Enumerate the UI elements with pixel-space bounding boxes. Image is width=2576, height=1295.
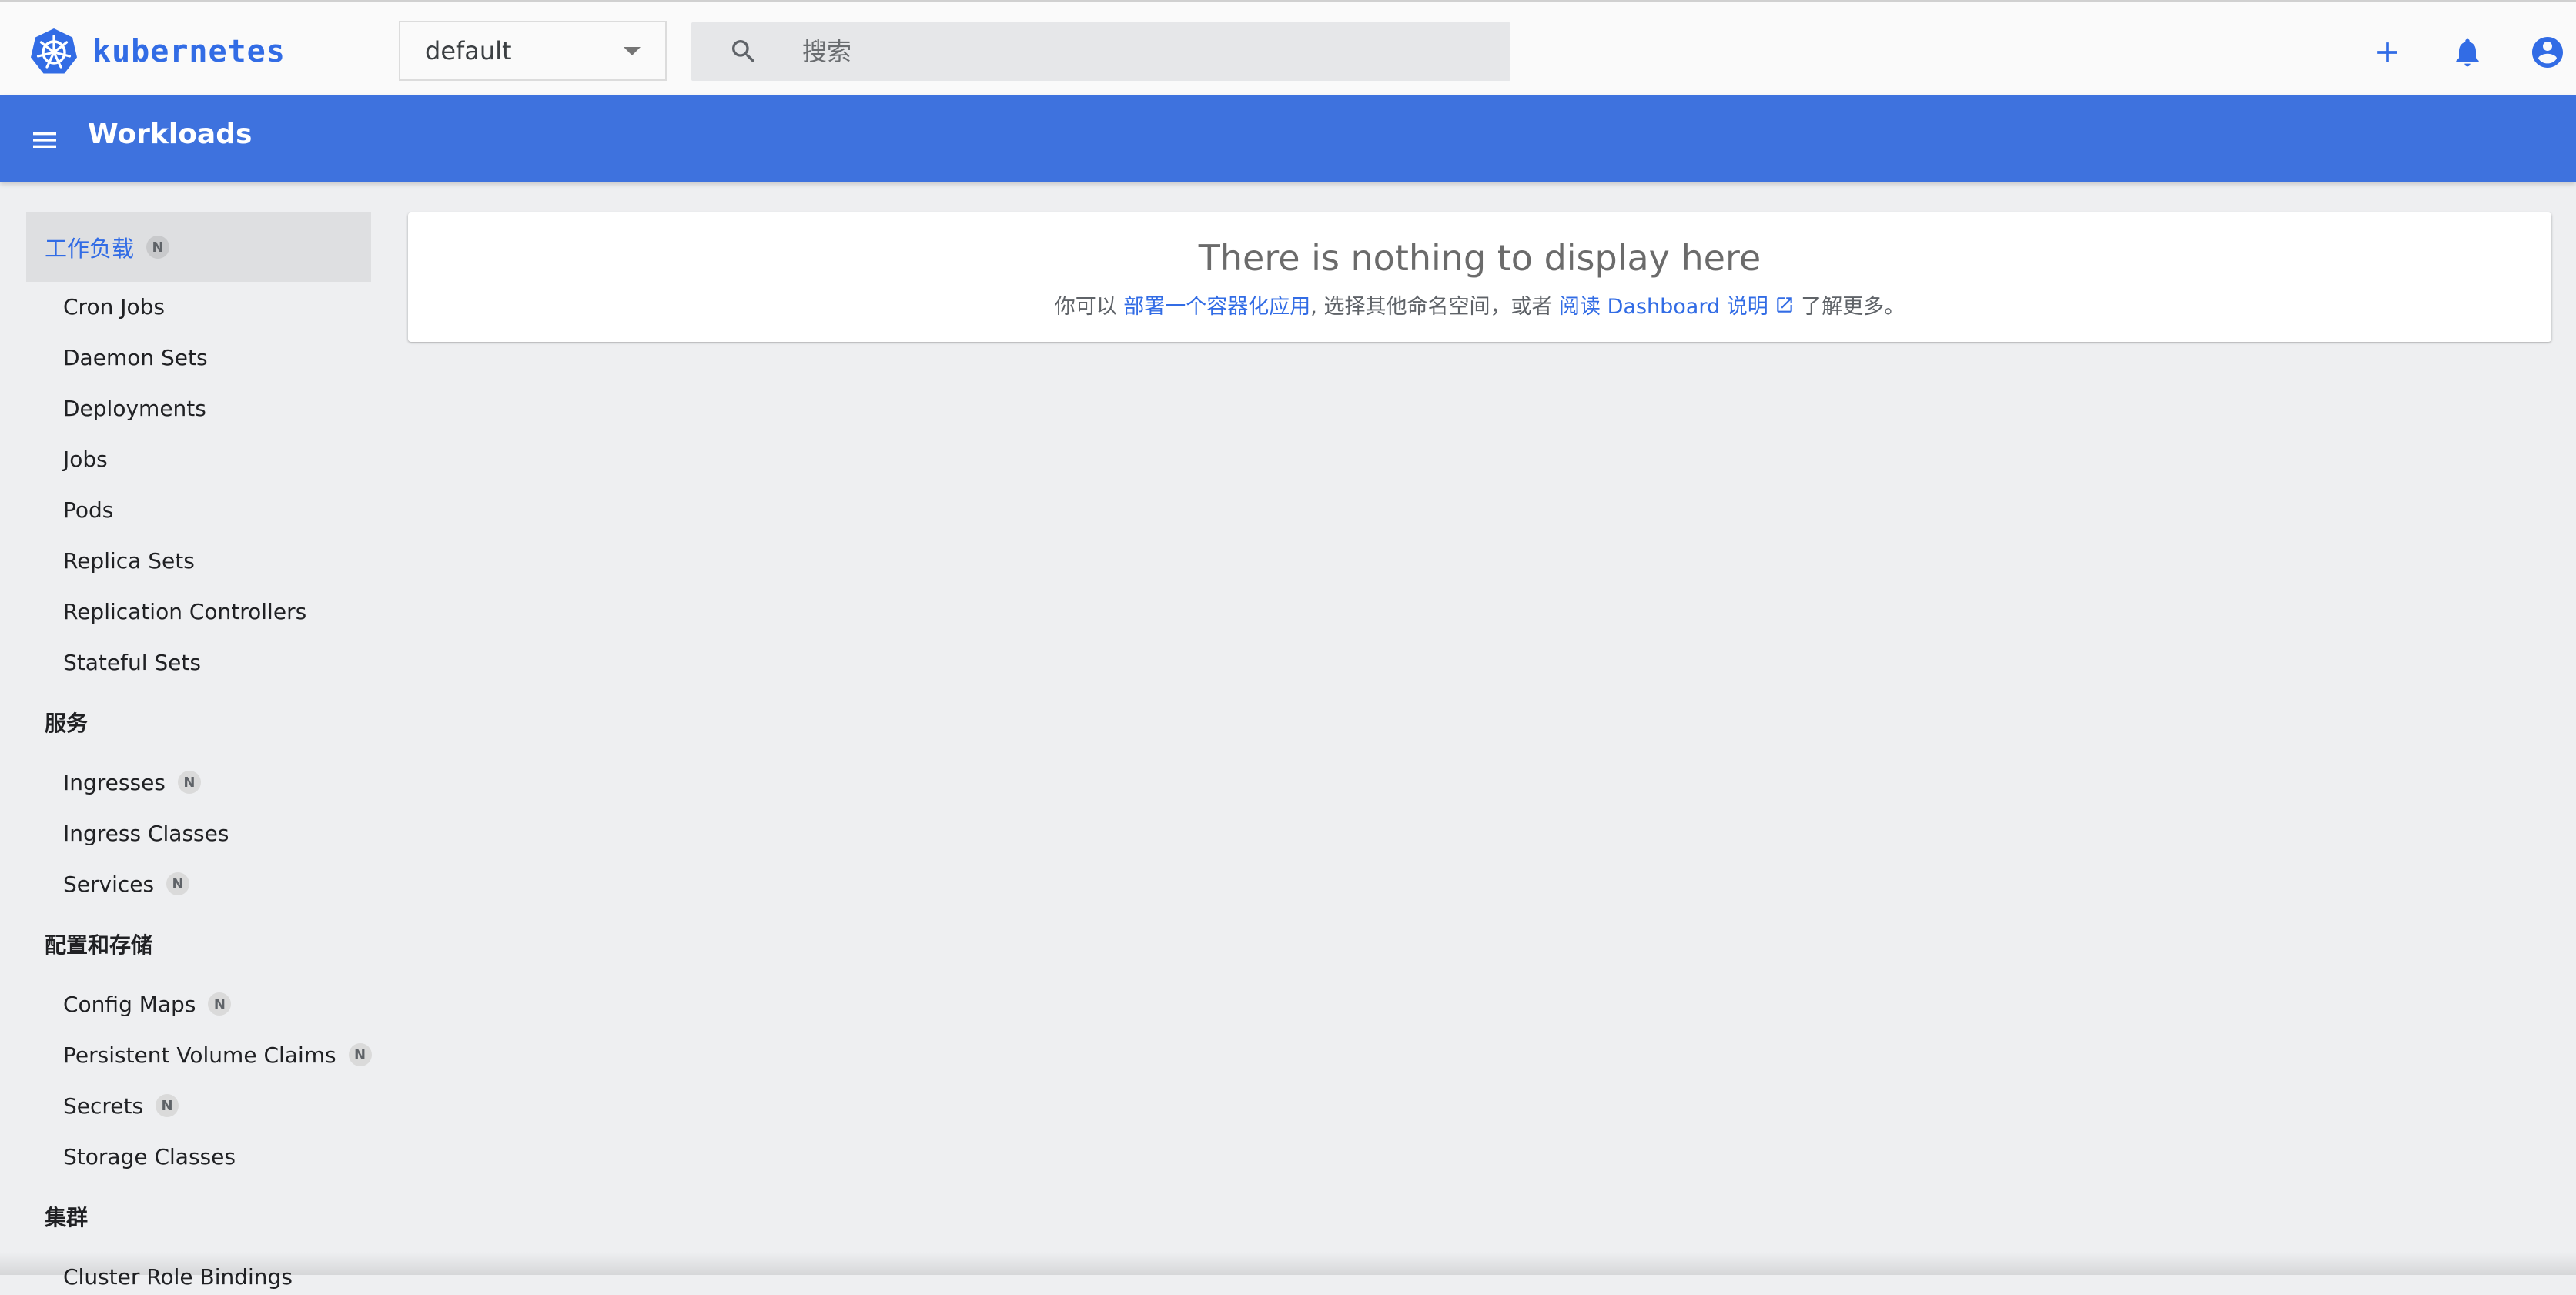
sidebar-item-replica-sets[interactable]: Replica Sets [63, 542, 195, 579]
empty-state-text-before: 你可以 [1054, 295, 1124, 319]
namespaced-badge: N [177, 771, 201, 794]
deploy-app-link[interactable]: 部署一个容器化应用 [1123, 289, 1310, 320]
plus-icon [2377, 42, 2397, 62]
sidebar-section-service[interactable]: 服务 [45, 704, 88, 741]
sidebar-item-workloads[interactable]: 工作负载 N [26, 212, 371, 282]
account-circle-icon [2532, 37, 2563, 68]
bottom-scroll-shadow [0, 1252, 2576, 1275]
sidebar-item-label: Secrets [63, 1093, 144, 1119]
sidebar-item-jobs[interactable]: Jobs [63, 440, 108, 477]
sidebar-item-storage-classes[interactable]: Storage Classes [63, 1138, 236, 1175]
app-bar: Workloads [0, 95, 2576, 182]
account-button[interactable] [2527, 32, 2568, 73]
namespaced-badge: N [146, 236, 170, 259]
sidebar-section-config-storage[interactable]: 配置和存储 [45, 925, 152, 962]
brand-name: kubernetes [92, 34, 286, 69]
sidebar-item-label: Config Maps [63, 991, 196, 1017]
sidebar-nav: 工作负载 N Cron Jobs Daemon Sets Deployments… [0, 182, 385, 1290]
kubernetes-wheel-icon [31, 28, 77, 74]
sidebar-item-services[interactable]: Services N [63, 865, 190, 902]
sidebar-item-stateful-sets[interactable]: Stateful Sets [63, 644, 201, 681]
open-in-new-icon[interactable] [1775, 295, 1795, 315]
empty-state-text-after: 了解更多。 [1794, 295, 1905, 319]
empty-state-text-middle: , 选择其他命名空间，或者 [1310, 295, 1560, 319]
kubernetes-logo[interactable]: kubernetes [29, 27, 286, 76]
menu-icon[interactable] [29, 125, 60, 156]
bell-icon [2456, 38, 2479, 67]
namespaced-badge: N [208, 992, 232, 1016]
sidebar-item-label: Ingresses [63, 769, 166, 795]
namespace-select[interactable]: default [399, 21, 667, 81]
sidebar-item-pods[interactable]: Pods [63, 491, 113, 528]
sidebar-item-secrets[interactable]: Secrets N [63, 1087, 179, 1124]
sidebar-item-replication-controllers[interactable]: Replication Controllers [63, 593, 306, 630]
sidebar-item-persistent-volume-claims[interactable]: Persistent Volume Claims N [63, 1036, 372, 1073]
empty-state-title: There is nothing to display here [1198, 237, 1761, 279]
sidebar-item-deployments[interactable]: Deployments [63, 390, 206, 427]
namespaced-badge: N [156, 1094, 179, 1117]
sidebar-item-label: Persistent Volume Claims [63, 1042, 336, 1068]
namespaced-badge: N [166, 872, 190, 895]
sidebar-item-ingress-classes[interactable]: Ingress Classes [63, 815, 229, 852]
sidebar-item-label: Services [63, 871, 155, 897]
page-title: Workloads [88, 119, 253, 150]
sidebar-item-cron-jobs[interactable]: Cron Jobs [63, 288, 165, 325]
create-button[interactable] [2367, 32, 2408, 73]
sidebar-item-label: 工作负载 [45, 236, 135, 262]
empty-state-card: There is nothing to display here 你可以 部署一… [408, 212, 2551, 342]
top-toolbar: kubernetes default [0, 0, 2576, 95]
empty-state-message: 你可以 部署一个容器化应用 , 选择其他命名空间，或者 阅读 Dashboard… [408, 289, 2551, 320]
search-icon [732, 40, 755, 63]
sidebar-item-daemon-sets[interactable]: Daemon Sets [63, 339, 208, 376]
namespaced-badge: N [348, 1043, 372, 1066]
sidebar-item-config-maps[interactable]: Config Maps N [63, 985, 232, 1022]
chevron-down-icon [624, 47, 641, 55]
search-input[interactable] [802, 22, 1480, 81]
notifications-button[interactable] [2447, 32, 2488, 73]
search-bar [691, 22, 1510, 81]
sidebar-item-ingresses[interactable]: Ingresses N [63, 764, 201, 801]
docs-link[interactable]: 阅读 Dashboard 说明 [1559, 289, 1768, 320]
namespace-value: default [425, 36, 512, 65]
sidebar-section-cluster[interactable]: 集群 [45, 1198, 88, 1235]
